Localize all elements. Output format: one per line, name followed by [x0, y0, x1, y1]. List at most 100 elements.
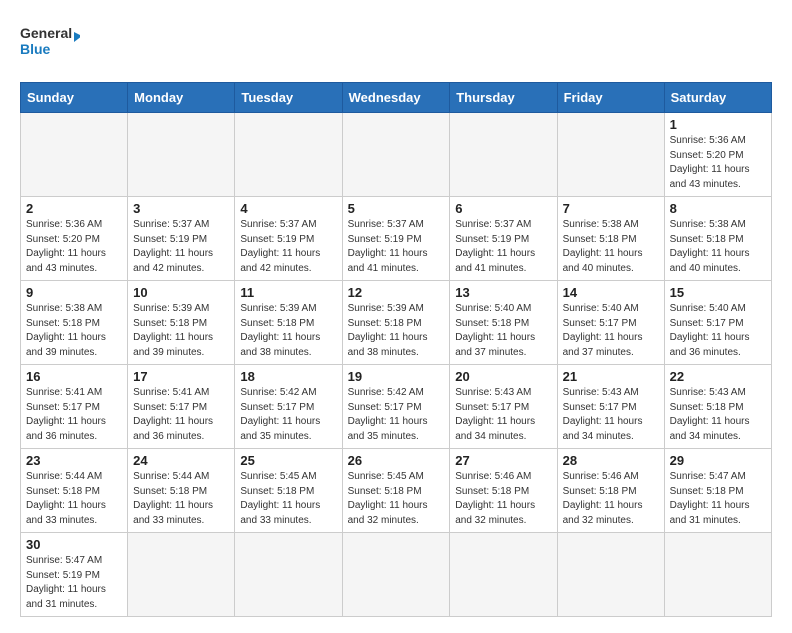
calendar-cell: 4 Sunrise: 5:37 AM Sunset: 5:19 PM Daylig… — [235, 197, 342, 281]
calendar-cell: 18Sunrise: 5:42 AM Sunset: 5:17 PM Dayli… — [235, 365, 342, 449]
weekday-header: Sunday — [21, 83, 128, 113]
svg-text:General: General — [20, 25, 72, 41]
calendar-cell: 7Sunrise: 5:38 AM Sunset: 5:18 PM Daylig… — [557, 197, 664, 281]
calendar-cell: 22 Sunrise: 5:43 AM Sunset: 5:18 PM Dayli… — [664, 365, 771, 449]
day-info: Sunrise: 5:43 AM Sunset: 5:17 PM Dayligh… — [563, 386, 659, 444]
calendar-row: 23 Sunrise: 5:44 AM Sunset: 5:18 PM Dayli… — [21, 449, 772, 533]
day-info: Sunrise: 5:42 AM Sunset: 5:17 PM Dayligh… — [240, 386, 336, 444]
calendar-table: SundayMondayTuesdayWednesdayThursdayFrid… — [20, 82, 772, 617]
day-number: 26 — [348, 453, 445, 468]
weekday-header: Thursday — [450, 83, 557, 113]
weekday-header: Monday — [128, 83, 235, 113]
day-number: 28 — [563, 453, 659, 468]
calendar-cell: 1 Sunrise: 5:36 AM Sunset: 5:20 PM Daylig… — [664, 113, 771, 197]
day-number: 16 — [26, 369, 122, 384]
day-number: 27 — [455, 453, 551, 468]
calendar-row: 1 Sunrise: 5:36 AM Sunset: 5:20 PM Daylig… — [21, 113, 772, 197]
day-number: 10 — [133, 285, 229, 300]
day-number: 1 — [670, 117, 766, 132]
calendar-cell: 8 Sunrise: 5:38 AM Sunset: 5:18 PM Daylig… — [664, 197, 771, 281]
day-number: 4 — [240, 201, 336, 216]
calendar-cell: 3Sunrise: 5:37 AM Sunset: 5:19 PM Daylig… — [128, 197, 235, 281]
calendar-cell: 30 Sunrise: 5:47 AM Sunset: 5:19 PM Dayli… — [21, 533, 128, 617]
calendar-cell: 20 Sunrise: 5:43 AM Sunset: 5:17 PM Dayli… — [450, 365, 557, 449]
calendar-cell — [557, 113, 664, 197]
day-info: Sunrise: 5:37 AM Sunset: 5:19 PM Dayligh… — [133, 218, 229, 276]
calendar-cell: 5 Sunrise: 5:37 AM Sunset: 5:19 PM Daylig… — [342, 197, 450, 281]
page-header: General Blue — [20, 16, 772, 70]
calendar-cell: 12 Sunrise: 5:39 AM Sunset: 5:18 PM Dayli… — [342, 281, 450, 365]
calendar-cell: 27 Sunrise: 5:46 AM Sunset: 5:18 PM Dayli… — [450, 449, 557, 533]
day-info: Sunrise: 5:41 AM Sunset: 5:17 PM Dayligh… — [26, 386, 122, 444]
day-info: Sunrise: 5:40 AM Sunset: 5:18 PM Dayligh… — [455, 302, 551, 360]
day-info: Sunrise: 5:39 AM Sunset: 5:18 PM Dayligh… — [133, 302, 229, 360]
day-number: 17 — [133, 369, 229, 384]
day-info: Sunrise: 5:41 AM Sunset: 5:17 PM Dayligh… — [133, 386, 229, 444]
day-info: Sunrise: 5:44 AM Sunset: 5:18 PM Dayligh… — [133, 470, 229, 528]
calendar-row: 2 Sunrise: 5:36 AM Sunset: 5:20 PM Daylig… — [21, 197, 772, 281]
day-number: 22 — [670, 369, 766, 384]
day-number: 29 — [670, 453, 766, 468]
day-number: 9 — [26, 285, 122, 300]
day-info: Sunrise: 5:40 AM Sunset: 5:17 PM Dayligh… — [670, 302, 766, 360]
calendar-cell — [664, 533, 771, 617]
calendar-row: 16 Sunrise: 5:41 AM Sunset: 5:17 PM Dayli… — [21, 365, 772, 449]
calendar-cell — [450, 113, 557, 197]
calendar-cell: 25 Sunrise: 5:45 AM Sunset: 5:18 PM Dayli… — [235, 449, 342, 533]
calendar-cell — [450, 533, 557, 617]
day-info: Sunrise: 5:45 AM Sunset: 5:18 PM Dayligh… — [240, 470, 336, 528]
calendar-cell: 19 Sunrise: 5:42 AM Sunset: 5:17 PM Dayli… — [342, 365, 450, 449]
calendar-cell: 6Sunrise: 5:37 AM Sunset: 5:19 PM Daylig… — [450, 197, 557, 281]
calendar-cell: 2 Sunrise: 5:36 AM Sunset: 5:20 PM Daylig… — [21, 197, 128, 281]
calendar-cell: 13 Sunrise: 5:40 AM Sunset: 5:18 PM Dayli… — [450, 281, 557, 365]
day-number: 30 — [26, 537, 122, 552]
calendar-cell — [128, 533, 235, 617]
calendar-cell — [235, 533, 342, 617]
day-info: Sunrise: 5:47 AM Sunset: 5:19 PM Dayligh… — [26, 554, 122, 612]
calendar-cell — [342, 113, 450, 197]
calendar-cell: 9 Sunrise: 5:38 AM Sunset: 5:18 PM Daylig… — [21, 281, 128, 365]
svg-text:Blue: Blue — [20, 41, 51, 57]
day-number: 14 — [563, 285, 659, 300]
day-info: Sunrise: 5:40 AM Sunset: 5:17 PM Dayligh… — [563, 302, 659, 360]
day-info: Sunrise: 5:45 AM Sunset: 5:18 PM Dayligh… — [348, 470, 445, 528]
day-number: 15 — [670, 285, 766, 300]
calendar-cell: 29 Sunrise: 5:47 AM Sunset: 5:18 PM Dayli… — [664, 449, 771, 533]
calendar-cell: 16 Sunrise: 5:41 AM Sunset: 5:17 PM Dayli… — [21, 365, 128, 449]
day-number: 12 — [348, 285, 445, 300]
day-number: 25 — [240, 453, 336, 468]
calendar-cell: 28 Sunrise: 5:46 AM Sunset: 5:18 PM Dayli… — [557, 449, 664, 533]
day-info: Sunrise: 5:38 AM Sunset: 5:18 PM Dayligh… — [26, 302, 122, 360]
day-number: 5 — [348, 201, 445, 216]
day-number: 24 — [133, 453, 229, 468]
day-number: 23 — [26, 453, 122, 468]
calendar-cell: 21Sunrise: 5:43 AM Sunset: 5:17 PM Dayli… — [557, 365, 664, 449]
day-info: Sunrise: 5:47 AM Sunset: 5:18 PM Dayligh… — [670, 470, 766, 528]
day-info: Sunrise: 5:37 AM Sunset: 5:19 PM Dayligh… — [240, 218, 336, 276]
day-info: Sunrise: 5:42 AM Sunset: 5:17 PM Dayligh… — [348, 386, 445, 444]
calendar-cell: 14 Sunrise: 5:40 AM Sunset: 5:17 PM Dayli… — [557, 281, 664, 365]
day-info: Sunrise: 5:39 AM Sunset: 5:18 PM Dayligh… — [348, 302, 445, 360]
day-info: Sunrise: 5:37 AM Sunset: 5:19 PM Dayligh… — [348, 218, 445, 276]
day-number: 2 — [26, 201, 122, 216]
calendar-cell: 24 Sunrise: 5:44 AM Sunset: 5:18 PM Dayli… — [128, 449, 235, 533]
calendar-cell — [21, 113, 128, 197]
day-number: 20 — [455, 369, 551, 384]
day-info: Sunrise: 5:36 AM Sunset: 5:20 PM Dayligh… — [670, 134, 766, 192]
calendar-header-row: SundayMondayTuesdayWednesdayThursdayFrid… — [21, 83, 772, 113]
calendar-cell: 23Sunrise: 5:44 AM Sunset: 5:18 PM Dayli… — [21, 449, 128, 533]
day-number: 19 — [348, 369, 445, 384]
day-number: 13 — [455, 285, 551, 300]
day-info: Sunrise: 5:43 AM Sunset: 5:17 PM Dayligh… — [455, 386, 551, 444]
day-info: Sunrise: 5:46 AM Sunset: 5:18 PM Dayligh… — [455, 470, 551, 528]
day-info: Sunrise: 5:36 AM Sunset: 5:20 PM Dayligh… — [26, 218, 122, 276]
day-number: 8 — [670, 201, 766, 216]
weekday-header: Friday — [557, 83, 664, 113]
day-info: Sunrise: 5:46 AM Sunset: 5:18 PM Dayligh… — [563, 470, 659, 528]
day-number: 6 — [455, 201, 551, 216]
day-info: Sunrise: 5:43 AM Sunset: 5:18 PM Dayligh… — [670, 386, 766, 444]
calendar-cell: 15 Sunrise: 5:40 AM Sunset: 5:17 PM Dayli… — [664, 281, 771, 365]
day-info: Sunrise: 5:39 AM Sunset: 5:18 PM Dayligh… — [240, 302, 336, 360]
day-info: Sunrise: 5:38 AM Sunset: 5:18 PM Dayligh… — [670, 218, 766, 276]
calendar-cell — [342, 533, 450, 617]
